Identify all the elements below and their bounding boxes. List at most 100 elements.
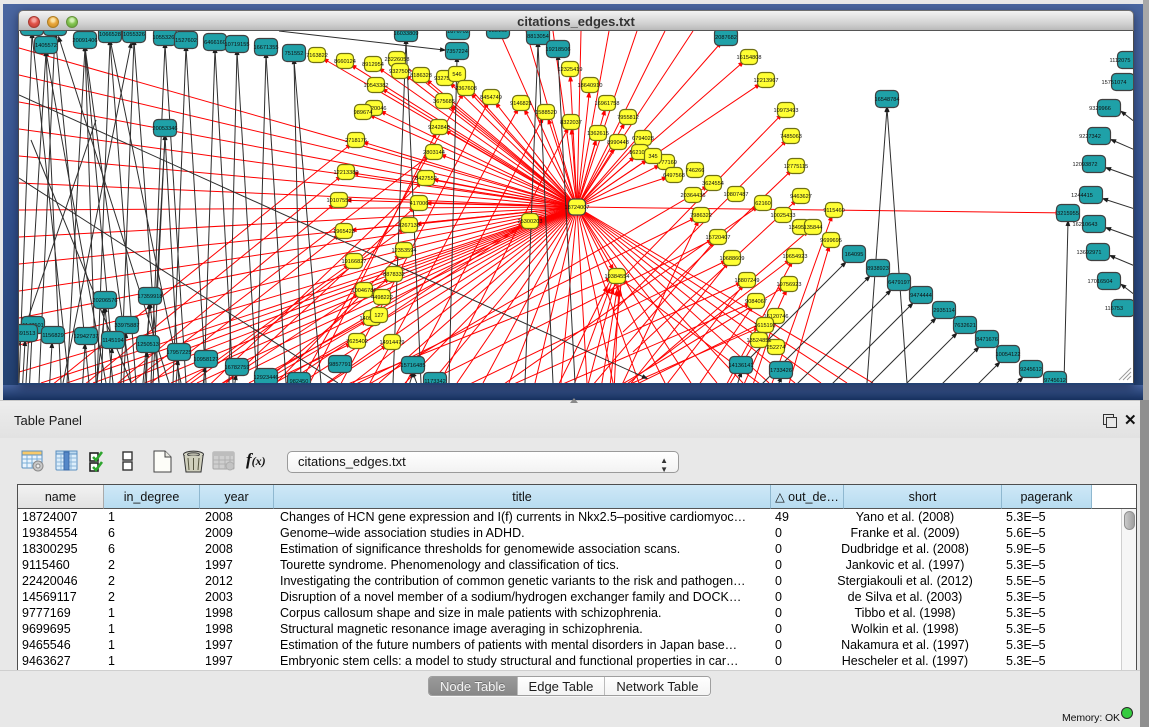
svg-text:12213389: 12213389 (334, 170, 359, 176)
svg-text:20091406: 20091406 (73, 38, 98, 44)
svg-text:1156829: 1156829 (42, 333, 63, 339)
svg-text:6497568: 6497568 (663, 173, 685, 179)
svg-text:8454749: 8454749 (480, 95, 502, 101)
svg-text:116753: 116753 (1105, 306, 1123, 312)
svg-text:10807487: 10807487 (724, 192, 749, 198)
svg-text:12923446: 12923446 (254, 375, 279, 381)
svg-text:7163822: 7163822 (306, 53, 328, 59)
svg-text:10958127: 10958127 (194, 357, 219, 363)
svg-text:1615192: 1615192 (754, 323, 776, 329)
svg-text:2367608: 2367608 (455, 86, 477, 92)
svg-text:1965423: 1965423 (333, 229, 355, 235)
svg-text:10107553: 10107553 (327, 198, 352, 204)
svg-text:1588520: 1588520 (535, 110, 557, 116)
svg-text:9084067: 9084067 (745, 299, 767, 305)
svg-text:18640910: 18640910 (578, 83, 603, 89)
svg-text:19166827: 19166827 (342, 259, 367, 265)
svg-text:12353594: 12353594 (392, 248, 417, 254)
svg-text:1405572: 1405572 (35, 43, 57, 49)
svg-text:12775115: 12775115 (784, 164, 808, 170)
svg-text:16033809: 16033809 (394, 31, 419, 37)
svg-text:33975887: 33975887 (115, 323, 140, 329)
svg-text:16671355: 16671355 (254, 45, 279, 51)
svg-text:9227342: 9227342 (1079, 134, 1101, 140)
svg-text:135844: 135844 (804, 225, 823, 231)
svg-text:8660124: 8660124 (334, 59, 356, 65)
svg-text:1066528: 1066528 (99, 32, 121, 38)
svg-text:9474444: 9474444 (910, 293, 932, 299)
svg-text:417006: 417006 (410, 201, 429, 207)
svg-text:14914479: 14914479 (380, 340, 405, 346)
svg-text:16961758: 16961758 (595, 101, 620, 107)
svg-text:14136141: 14136141 (729, 363, 754, 369)
svg-text:7625402: 7625402 (346, 339, 368, 345)
svg-text:12213967: 12213967 (754, 78, 779, 84)
svg-text:8912954: 8912954 (362, 62, 384, 68)
svg-text:17957225: 17957225 (167, 350, 192, 356)
svg-text:7485063: 7485063 (780, 134, 802, 140)
svg-text:10543382: 10543382 (364, 83, 389, 89)
svg-text:23226058: 23226058 (385, 57, 410, 63)
svg-text:982450: 982450 (290, 379, 309, 383)
svg-text:10054122: 10054122 (996, 352, 1021, 358)
svg-text:13524851: 13524851 (747, 338, 772, 344)
svg-text:1244415: 1244415 (1071, 193, 1093, 199)
svg-text:1145194: 1145194 (102, 338, 123, 344)
svg-text:164095: 164095 (845, 252, 864, 258)
svg-text:19756923: 19756923 (777, 282, 802, 288)
svg-text:252274: 252274 (767, 345, 786, 351)
svg-text:9329966: 9329966 (1089, 106, 1111, 112)
svg-text:9115460: 9115460 (823, 208, 844, 214)
svg-text:6479197: 6479197 (888, 280, 910, 286)
svg-text:8322037: 8322037 (560, 120, 582, 126)
svg-text:1362615: 1362615 (587, 131, 609, 137)
svg-text:19218506: 19218506 (546, 47, 571, 53)
svg-text:9146821: 9146821 (510, 101, 532, 107)
svg-text:2087682: 2087682 (715, 35, 737, 41)
svg-text:12093872: 12093872 (1073, 162, 1098, 168)
svg-text:9699695: 9699695 (820, 238, 842, 244)
svg-text:6794028: 6794028 (632, 136, 654, 142)
svg-text:1055326: 1055326 (123, 32, 145, 38)
svg-text:19654923: 19654923 (783, 254, 808, 260)
svg-text:1250513: 1250513 (137, 342, 159, 348)
svg-text:7986322: 7986322 (690, 213, 712, 219)
svg-text:8878332: 8878332 (383, 272, 405, 278)
svg-text:8813054: 8813054 (527, 34, 549, 40)
svg-text:15716485: 15716485 (401, 363, 426, 369)
svg-text:751552: 751552 (285, 51, 304, 57)
svg-text:8186328: 8186328 (410, 73, 432, 79)
svg-text:20206576: 20206576 (93, 298, 118, 304)
svg-text:16210643: 16210643 (1073, 222, 1098, 228)
svg-text:10025433: 10025433 (771, 213, 796, 219)
svg-text:9857791: 9857791 (329, 362, 351, 368)
svg-text:20364436: 20364436 (681, 193, 706, 199)
svg-text:20053346: 20053346 (153, 126, 178, 132)
svg-text:8938923: 8938923 (867, 266, 889, 272)
svg-text:16782759: 16782759 (225, 365, 250, 371)
svg-text:8990448: 8990448 (607, 140, 629, 146)
svg-text:1876702: 1876702 (447, 31, 469, 35)
svg-text:7955812: 7955812 (617, 115, 639, 121)
svg-text:17016504: 17016504 (1088, 279, 1113, 285)
svg-text:62160: 62160 (755, 201, 771, 207)
svg-text:9242848: 9242848 (428, 125, 450, 131)
svg-text:12325419: 12325419 (558, 67, 583, 73)
svg-text:2935114: 2935114 (933, 308, 954, 314)
svg-text:988102: 988102 (489, 31, 508, 34)
svg-text:18724007: 18724007 (565, 205, 590, 211)
svg-text:2803144: 2803144 (423, 150, 445, 156)
svg-text:16548784: 16548784 (875, 97, 900, 103)
svg-text:10046786: 10046786 (352, 288, 377, 294)
svg-text:15751074: 15751074 (1102, 80, 1127, 86)
svg-text:7357224: 7357224 (446, 49, 468, 55)
svg-text:4498222: 4498222 (371, 295, 393, 301)
svg-text:10719155: 10719155 (225, 42, 250, 48)
svg-text:1527602: 1527602 (175, 38, 197, 44)
svg-text:2718176: 2718176 (345, 138, 367, 144)
svg-text:8471676: 8471676 (976, 337, 998, 343)
svg-text:345: 345 (648, 154, 657, 160)
svg-text:391513: 391513 (19, 331, 35, 337)
svg-text:9245612: 9245612 (1020, 367, 1042, 373)
svg-text:10688609: 10688609 (720, 256, 745, 262)
